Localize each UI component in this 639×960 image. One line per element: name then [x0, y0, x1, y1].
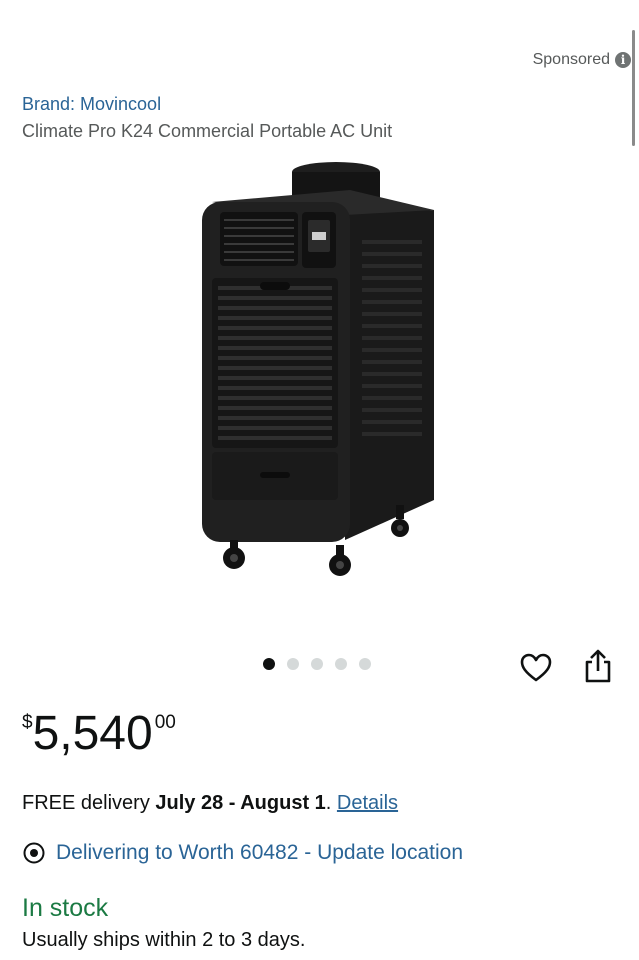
share-icon[interactable] — [582, 648, 614, 684]
location-pin-icon — [23, 842, 45, 864]
carousel-dot[interactable] — [287, 658, 299, 670]
info-icon[interactable]: i — [615, 52, 631, 68]
carousel-dot[interactable] — [263, 658, 275, 670]
carousel-dot[interactable] — [335, 658, 347, 670]
price: $ 5,540 00 — [22, 706, 176, 762]
delivery-prefix: FREE delivery — [22, 792, 156, 814]
price-fraction: 00 — [154, 712, 176, 733]
delivery-info: FREE delivery July 28 - August 1. Detail… — [22, 792, 398, 815]
portable-ac-unit-image[interactable] — [190, 160, 450, 590]
brand-link[interactable]: Brand: Movincool — [22, 94, 161, 115]
price-whole: 5,540 — [32, 707, 153, 760]
price-currency-symbol: $ — [22, 712, 33, 733]
sponsored-text: Sponsored — [532, 51, 610, 68]
delivery-location[interactable]: Delivering to Worth 60482 - Update locat… — [22, 841, 463, 865]
scrollbar[interactable] — [632, 30, 635, 146]
image-carousel-dots[interactable] — [263, 658, 371, 670]
shipping-estimate: Usually ships within 2 to 3 days. — [22, 929, 306, 951]
delivery-suffix: . — [325, 792, 337, 814]
carousel-dot[interactable] — [311, 658, 323, 670]
heart-icon[interactable] — [519, 651, 553, 685]
delivery-dates: July 28 - August 1 — [155, 792, 326, 814]
delivery-details-link[interactable]: Details — [337, 792, 398, 814]
carousel-dot[interactable] — [359, 658, 371, 670]
sponsored-label[interactable]: Sponsored i — [533, 51, 631, 69]
product-title: Climate Pro K24 Commercial Portable AC U… — [22, 121, 393, 141]
stock-status: In stock — [22, 894, 109, 922]
location-text[interactable]: Delivering to Worth 60482 - Update locat… — [56, 841, 463, 865]
